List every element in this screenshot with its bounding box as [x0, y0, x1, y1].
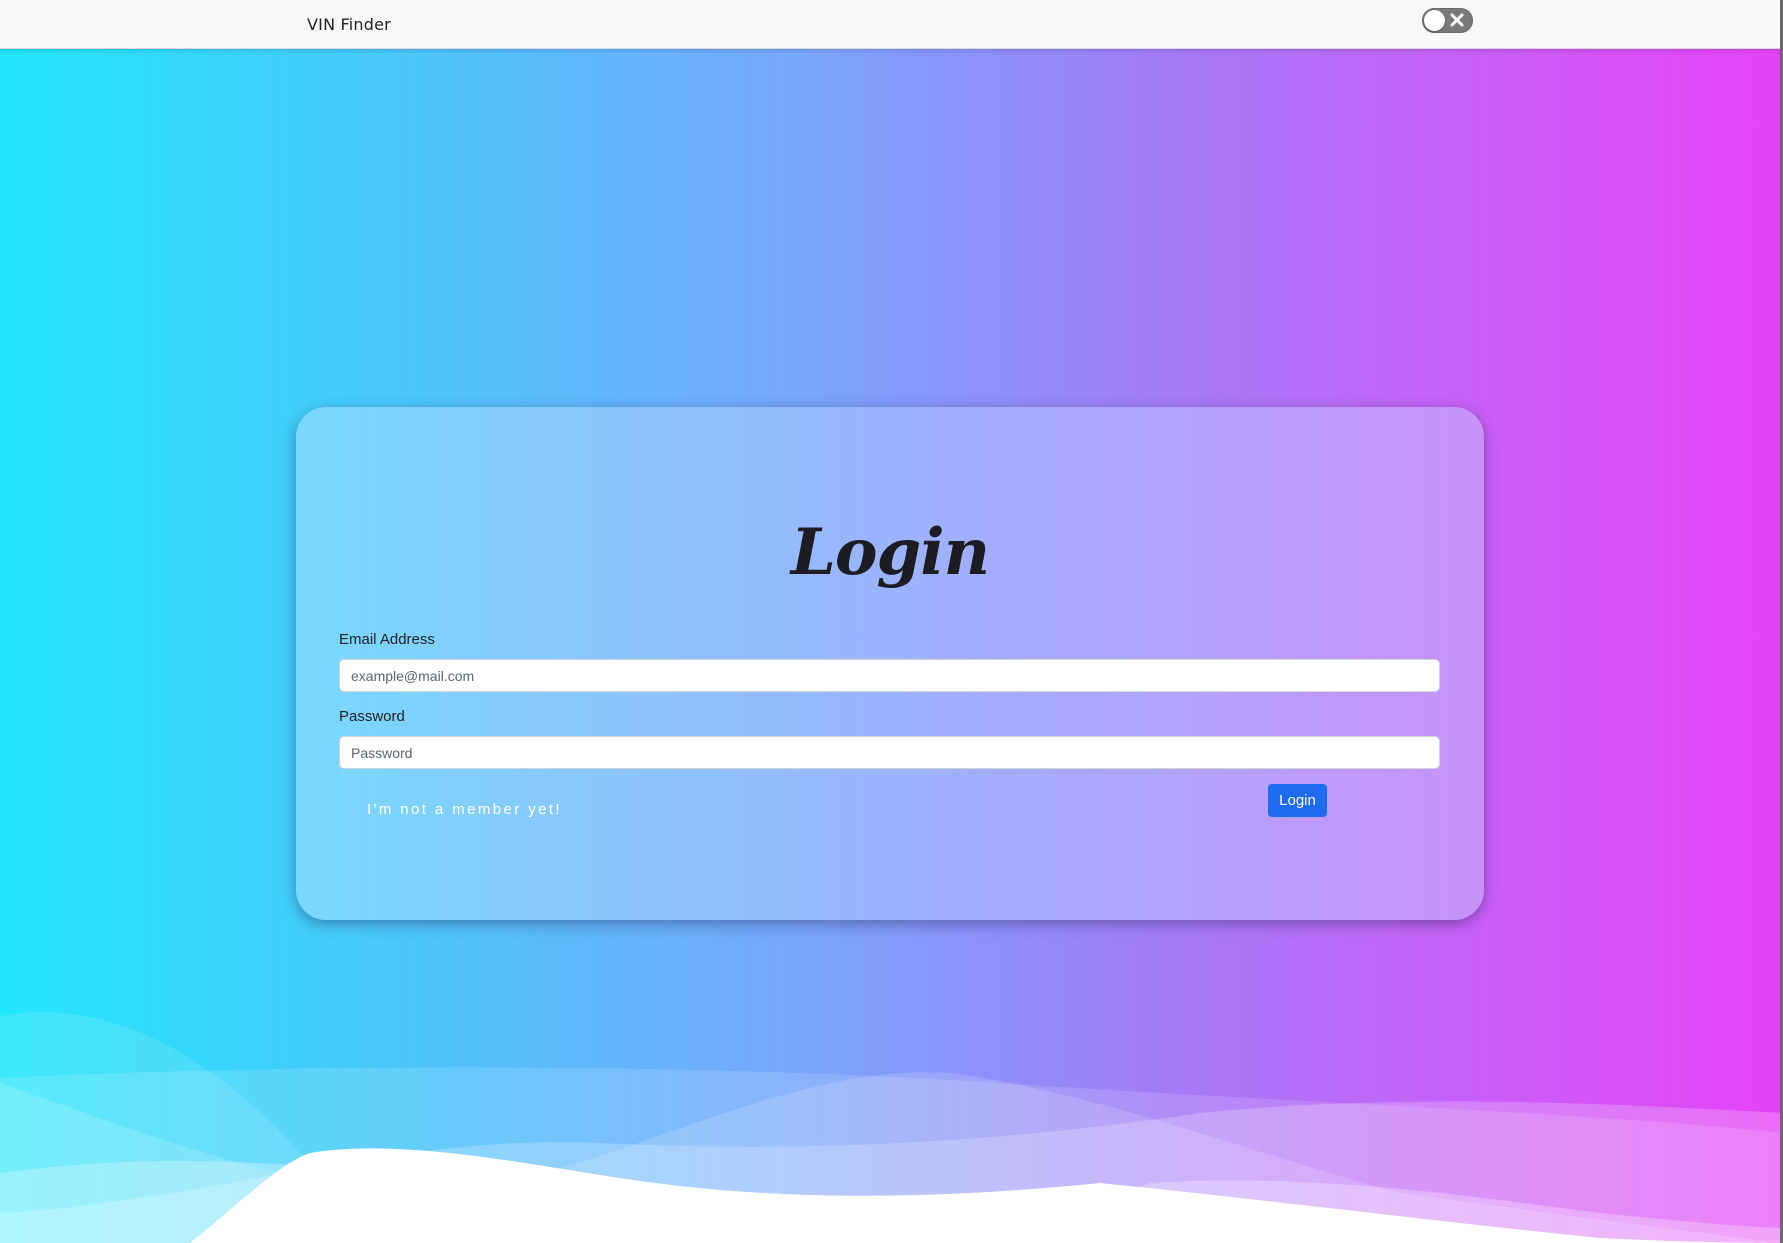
email-field[interactable]: [339, 659, 1440, 692]
email-label: Email Address: [339, 631, 435, 648]
signup-link[interactable]: I'm not a member yet!: [367, 801, 562, 818]
brand-title[interactable]: VIN Finder: [307, 15, 391, 34]
toggle-knob: [1424, 10, 1445, 31]
login-card: Login Email Address Password I'm not a m…: [296, 407, 1484, 920]
top-navbar: VIN Finder: [0, 0, 1783, 49]
login-title: Login: [790, 515, 990, 590]
close-icon: [1450, 13, 1464, 27]
password-label: Password: [339, 708, 405, 725]
theme-toggle[interactable]: [1422, 8, 1473, 33]
wave-decoration: [0, 1011, 1783, 1243]
login-button[interactable]: Login: [1268, 784, 1327, 817]
password-field[interactable]: [339, 736, 1440, 769]
